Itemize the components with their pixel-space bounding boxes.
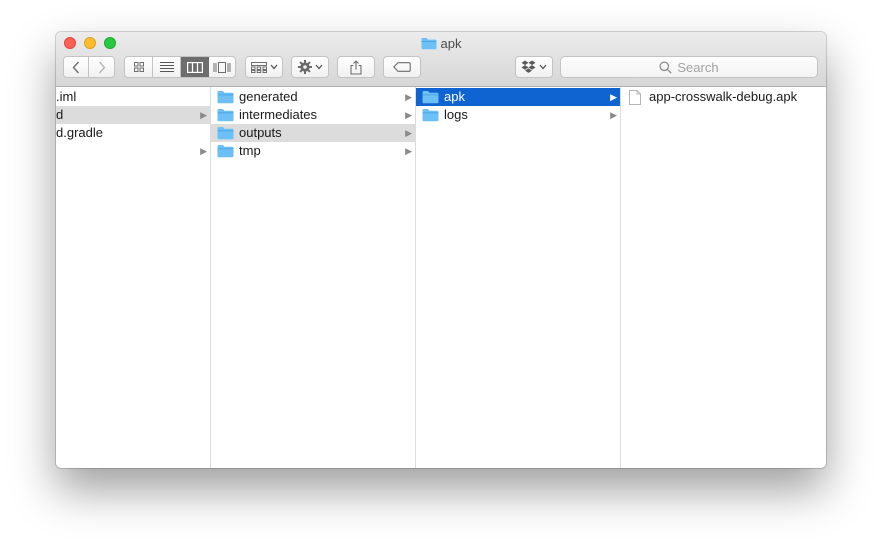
disclosure-triangle-icon: ▶ [200,146,207,156]
browser-column-1[interactable]: .iml d ▶ d.gradle ▶ [56,87,211,468]
item-label: app-crosswalk-debug.apk [649,89,798,104]
item-label: logs [444,107,468,122]
list-item[interactable]: ▶ [56,142,210,160]
chevron-down-icon [315,64,322,70]
list-item[interactable]: intermediates ▶ [211,106,415,124]
column-browser: .iml d ▶ d.gradle ▶ generated ▶ intermed… [56,87,826,468]
search-field[interactable]: Search [560,56,818,78]
list-item[interactable]: .iml [56,88,210,106]
list-item[interactable]: d.gradle [56,124,210,142]
list-item[interactable]: app-crosswalk-debug.apk [621,88,826,106]
item-label: tmp [239,143,261,158]
browser-column-3[interactable]: apk ▶ logs ▶ [416,87,621,468]
finder-window: apk Search .iml d ▶ d.gradle ▶ generated… [56,32,826,468]
dropbox-button[interactable] [515,56,553,78]
list-item[interactable]: generated ▶ [211,88,415,106]
forward-button[interactable] [89,57,114,77]
browser-column-2[interactable]: generated ▶ intermediates ▶ outputs ▶ tm… [211,87,416,468]
column-view-button[interactable] [181,57,209,77]
action-button[interactable] [291,56,329,78]
disclosure-triangle-icon: ▶ [610,110,617,120]
cover-flow-button[interactable] [209,57,235,77]
item-label: apk [444,89,465,104]
folder-icon [217,109,234,122]
list-item[interactable]: logs ▶ [416,106,620,124]
folder-icon [217,127,234,140]
disclosure-triangle-icon: ▶ [610,92,617,102]
item-label: .iml [56,89,77,104]
disclosure-triangle-icon: ▶ [405,128,412,138]
window-title: apk [56,36,826,52]
list-item[interactable]: outputs ▶ [211,124,415,142]
share-icon [350,59,362,75]
dropbox-icon [521,60,536,73]
chevron-down-icon [270,64,277,70]
item-label: outputs [239,125,282,140]
titlebar: apk Search [56,32,826,87]
folder-icon [217,91,234,104]
item-label: d [56,107,64,122]
grid-icon [133,62,144,72]
item-label: generated [239,89,298,104]
cover-flow-icon [213,61,231,73]
folder-icon [422,109,439,122]
folder-icon [422,91,439,104]
item-label: d.gradle [56,125,103,140]
tag-icon [393,62,411,72]
folder-icon [217,145,234,158]
disclosure-triangle-icon: ▶ [200,110,207,120]
document-icon [629,90,641,105]
icon-view-button[interactable] [125,57,153,77]
disclosure-triangle-icon: ▶ [405,92,412,102]
list-item[interactable]: tmp ▶ [211,142,415,160]
share-button[interactable] [337,56,375,78]
search-icon [659,60,673,74]
gear-icon [297,60,312,74]
list-item[interactable]: d ▶ [56,106,210,124]
disclosure-triangle-icon: ▶ [405,110,412,120]
list-item[interactable]: apk ▶ [416,88,620,106]
arrange-icon [250,61,267,73]
window-title-text: apk [440,36,462,51]
item-label: intermediates [239,107,318,122]
columns-icon [187,61,203,73]
tags-button[interactable] [383,56,421,78]
list-view-button[interactable] [153,57,181,77]
list-icon [159,62,174,72]
search-placeholder: Search [677,59,719,75]
chevron-down-icon [539,64,547,70]
back-button[interactable] [64,57,89,77]
nav-buttons [63,56,115,78]
chevron-left-icon [72,61,80,73]
folder-icon [421,38,437,50]
arrange-button[interactable] [245,56,283,78]
browser-column-4[interactable]: app-crosswalk-debug.apk [621,87,826,468]
chevron-right-icon [98,61,105,73]
disclosure-triangle-icon: ▶ [405,146,412,156]
view-mode-control [124,56,236,78]
